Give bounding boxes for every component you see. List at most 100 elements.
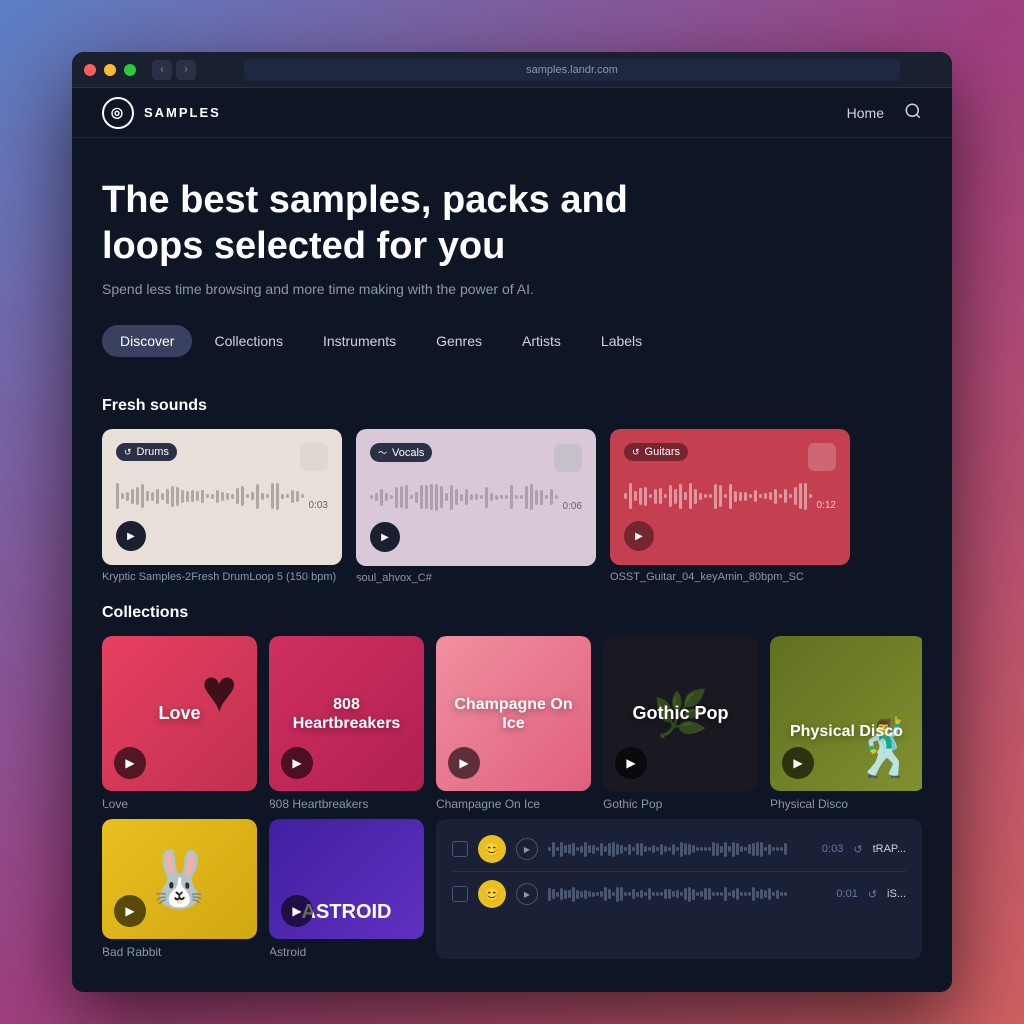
tab-collections[interactable]: Collections <box>196 325 300 357</box>
collection-card-rabbit[interactable]: 🐰 ▶ Bad Rabbit <box>102 819 257 959</box>
drums-badge-label: Drums <box>137 446 169 458</box>
logo: ◎ SAMPLES <box>102 97 221 129</box>
physical-label: Physical Disco <box>780 712 913 751</box>
collection-card-astroid[interactable]: ASTROID ▶ Astroid <box>269 819 424 959</box>
collection-card-physical[interactable]: 🕺 Physical Disco ▶ Physical Disco <box>770 636 922 811</box>
hero-title: The best samples, packs and loops select… <box>102 178 702 269</box>
sound-card-inner-drums: ↺ Drums 0:03 ▶ <box>102 429 342 565</box>
guitars-badge-label: Guitars <box>645 446 680 458</box>
track-play-1[interactable]: ▶ <box>516 838 538 860</box>
love-name: Love <box>102 797 257 811</box>
drums-time: 0:03 <box>309 500 328 511</box>
top-nav: ◎ SAMPLES Home <box>72 88 952 138</box>
heartbreakers-name: 808 Heartbreakers <box>269 797 424 811</box>
champagne-label: Champagne On Ice <box>436 685 591 743</box>
replay-icon: ↺ <box>124 447 132 458</box>
main-content: Fresh sounds ↺ Drums 0:03 <box>72 377 952 992</box>
track-waveform-2 <box>548 884 826 904</box>
track-play-2[interactable]: ▶ <box>516 883 538 905</box>
nav-tabs: Discover Collections Instruments Genres … <box>102 325 922 357</box>
sound-card-guitars: ↺ Guitars 0:12 ▶ OSST_Guitar_04_keyAmin_… <box>610 429 850 584</box>
track-reset-2: ↺ <box>868 888 877 901</box>
collection-card-champagne[interactable]: Champagne On Ice ▶ Champagne On Ice <box>436 636 591 811</box>
track-reset-1: ↺ <box>853 843 862 856</box>
sounds-row: ↺ Drums 0:03 ▶ Kryptic Samples-2Fresh Dr… <box>102 429 922 584</box>
collection-card-gothic[interactable]: 🌿 Gothic Pop ▶ Gothic Pop <box>603 636 758 811</box>
guitars-thumb <box>808 443 836 471</box>
physical-thumb: 🕺 Physical Disco ▶ <box>770 636 922 791</box>
heartbreakers-label: 808 Heartbreakers <box>269 685 424 743</box>
champagne-play-button[interactable]: ▶ <box>448 747 480 779</box>
track-smiley-2: 😊 <box>478 880 506 908</box>
vocals-play-button[interactable]: ▶ <box>370 522 400 552</box>
vocals-badge-label: Vocals <box>392 447 424 459</box>
collections-row: ♥ Love ▶ Love 808 Heartbreakers ▶ 808 He… <box>102 636 922 811</box>
logo-text: SAMPLES <box>144 105 221 120</box>
maximize-button[interactable] <box>124 64 136 76</box>
tab-genres[interactable]: Genres <box>418 325 500 357</box>
rabbit-play-button[interactable]: ▶ <box>114 895 146 927</box>
love-play-button[interactable]: ▶ <box>114 747 146 779</box>
wave-icon: 〜 <box>378 446 387 459</box>
nav-right: Home <box>847 102 922 123</box>
fresh-sounds-title: Fresh sounds <box>102 397 922 415</box>
collections-title: Collections <box>102 604 922 622</box>
tab-discover[interactable]: Discover <box>102 325 192 357</box>
astroid-play-button[interactable]: ▶ <box>281 895 313 927</box>
tab-instruments[interactable]: Instruments <box>305 325 414 357</box>
collection-card-love[interactable]: ♥ Love ▶ Love <box>102 636 257 811</box>
logo-icon: ◎ <box>102 97 134 129</box>
rabbit-decoration: 🐰 <box>145 847 213 912</box>
vocals-badge: 〜 Vocals <box>370 443 432 462</box>
collection-card-heartbreakers[interactable]: 808 Heartbreakers ▶ 808 Heartbreakers <box>269 636 424 811</box>
forward-button[interactable]: › <box>176 60 196 80</box>
titlebar: ‹ › samples.landr.com <box>72 52 952 88</box>
guitars-play-button[interactable]: ▶ <box>624 521 654 551</box>
tab-artists[interactable]: Artists <box>504 325 579 357</box>
sound-card-drums: ↺ Drums 0:03 ▶ Kryptic Samples-2Fresh Dr… <box>102 429 342 584</box>
champagne-name: Champagne On Ice <box>436 797 591 811</box>
heartbreakers-play-button[interactable]: ▶ <box>281 747 313 779</box>
browser-window: ‹ › samples.landr.com ◎ SAMPLES Home The… <box>72 52 952 992</box>
rabbit-name: Bad Rabbit <box>102 945 257 959</box>
back-button[interactable]: ‹ <box>152 60 172 80</box>
url-text: samples.landr.com <box>526 64 618 76</box>
url-bar[interactable]: samples.landr.com <box>244 59 900 81</box>
physical-play-button[interactable]: ▶ <box>782 747 814 779</box>
drum-thumb <box>300 443 328 471</box>
track-waveform-1 <box>548 839 812 859</box>
track-checkbox-2[interactable] <box>452 886 468 902</box>
drums-play-button[interactable]: ▶ <box>116 521 146 551</box>
guitars-waveform: 0:12 <box>624 481 836 511</box>
close-button[interactable] <box>84 64 96 76</box>
vocals-thumb <box>554 444 582 472</box>
astroid-thumb: ASTROID ▶ <box>269 819 424 939</box>
champagne-thumb: Champagne On Ice ▶ <box>436 636 591 791</box>
track-row-2: 😊 ▶ 0:01 ↺ iS... <box>452 872 906 916</box>
guitars-badge: ↺ Guitars <box>624 443 688 461</box>
drums-name: Kryptic Samples-2Fresh DrumLoop 5 (150 b… <box>102 571 342 583</box>
physical-name: Physical Disco <box>770 797 922 811</box>
nav-arrows: ‹ › <box>152 60 196 80</box>
drums-waveform: 0:03 <box>116 481 328 511</box>
home-link[interactable]: Home <box>847 105 884 121</box>
track-name-2: iS... <box>887 888 906 900</box>
gothic-play-button[interactable]: ▶ <box>615 747 647 779</box>
tab-labels[interactable]: Labels <box>583 325 660 357</box>
gothic-thumb: 🌿 Gothic Pop ▶ <box>603 636 758 791</box>
replay-icon-2: ↺ <box>632 447 640 458</box>
rabbit-thumb: 🐰 ▶ <box>102 819 257 939</box>
track-smiley-1: 😊 <box>478 835 506 863</box>
sound-card-inner-vocals: 〜 Vocals 0:06 ▶ <box>356 429 596 566</box>
sound-card-vocals: 〜 Vocals 0:06 ▶ soul_ahvox_C# <box>356 429 596 584</box>
track-duration-2: 0:01 <box>836 888 857 900</box>
gothic-label: Gothic Pop <box>623 693 739 735</box>
track-row-1: 😊 ▶ 0:03 ↺ tRAP... <box>452 827 906 872</box>
minimize-button[interactable] <box>104 64 116 76</box>
gothic-name: Gothic Pop <box>603 797 758 811</box>
vocals-time: 0:06 <box>563 501 582 512</box>
track-list: 😊 ▶ 0:03 ↺ tRAP... 😊 ▶ 0:01 ↺ <box>436 819 922 959</box>
search-icon[interactable] <box>904 102 922 123</box>
track-checkbox-1[interactable] <box>452 841 468 857</box>
track-name-1: tRAP... <box>873 843 906 855</box>
